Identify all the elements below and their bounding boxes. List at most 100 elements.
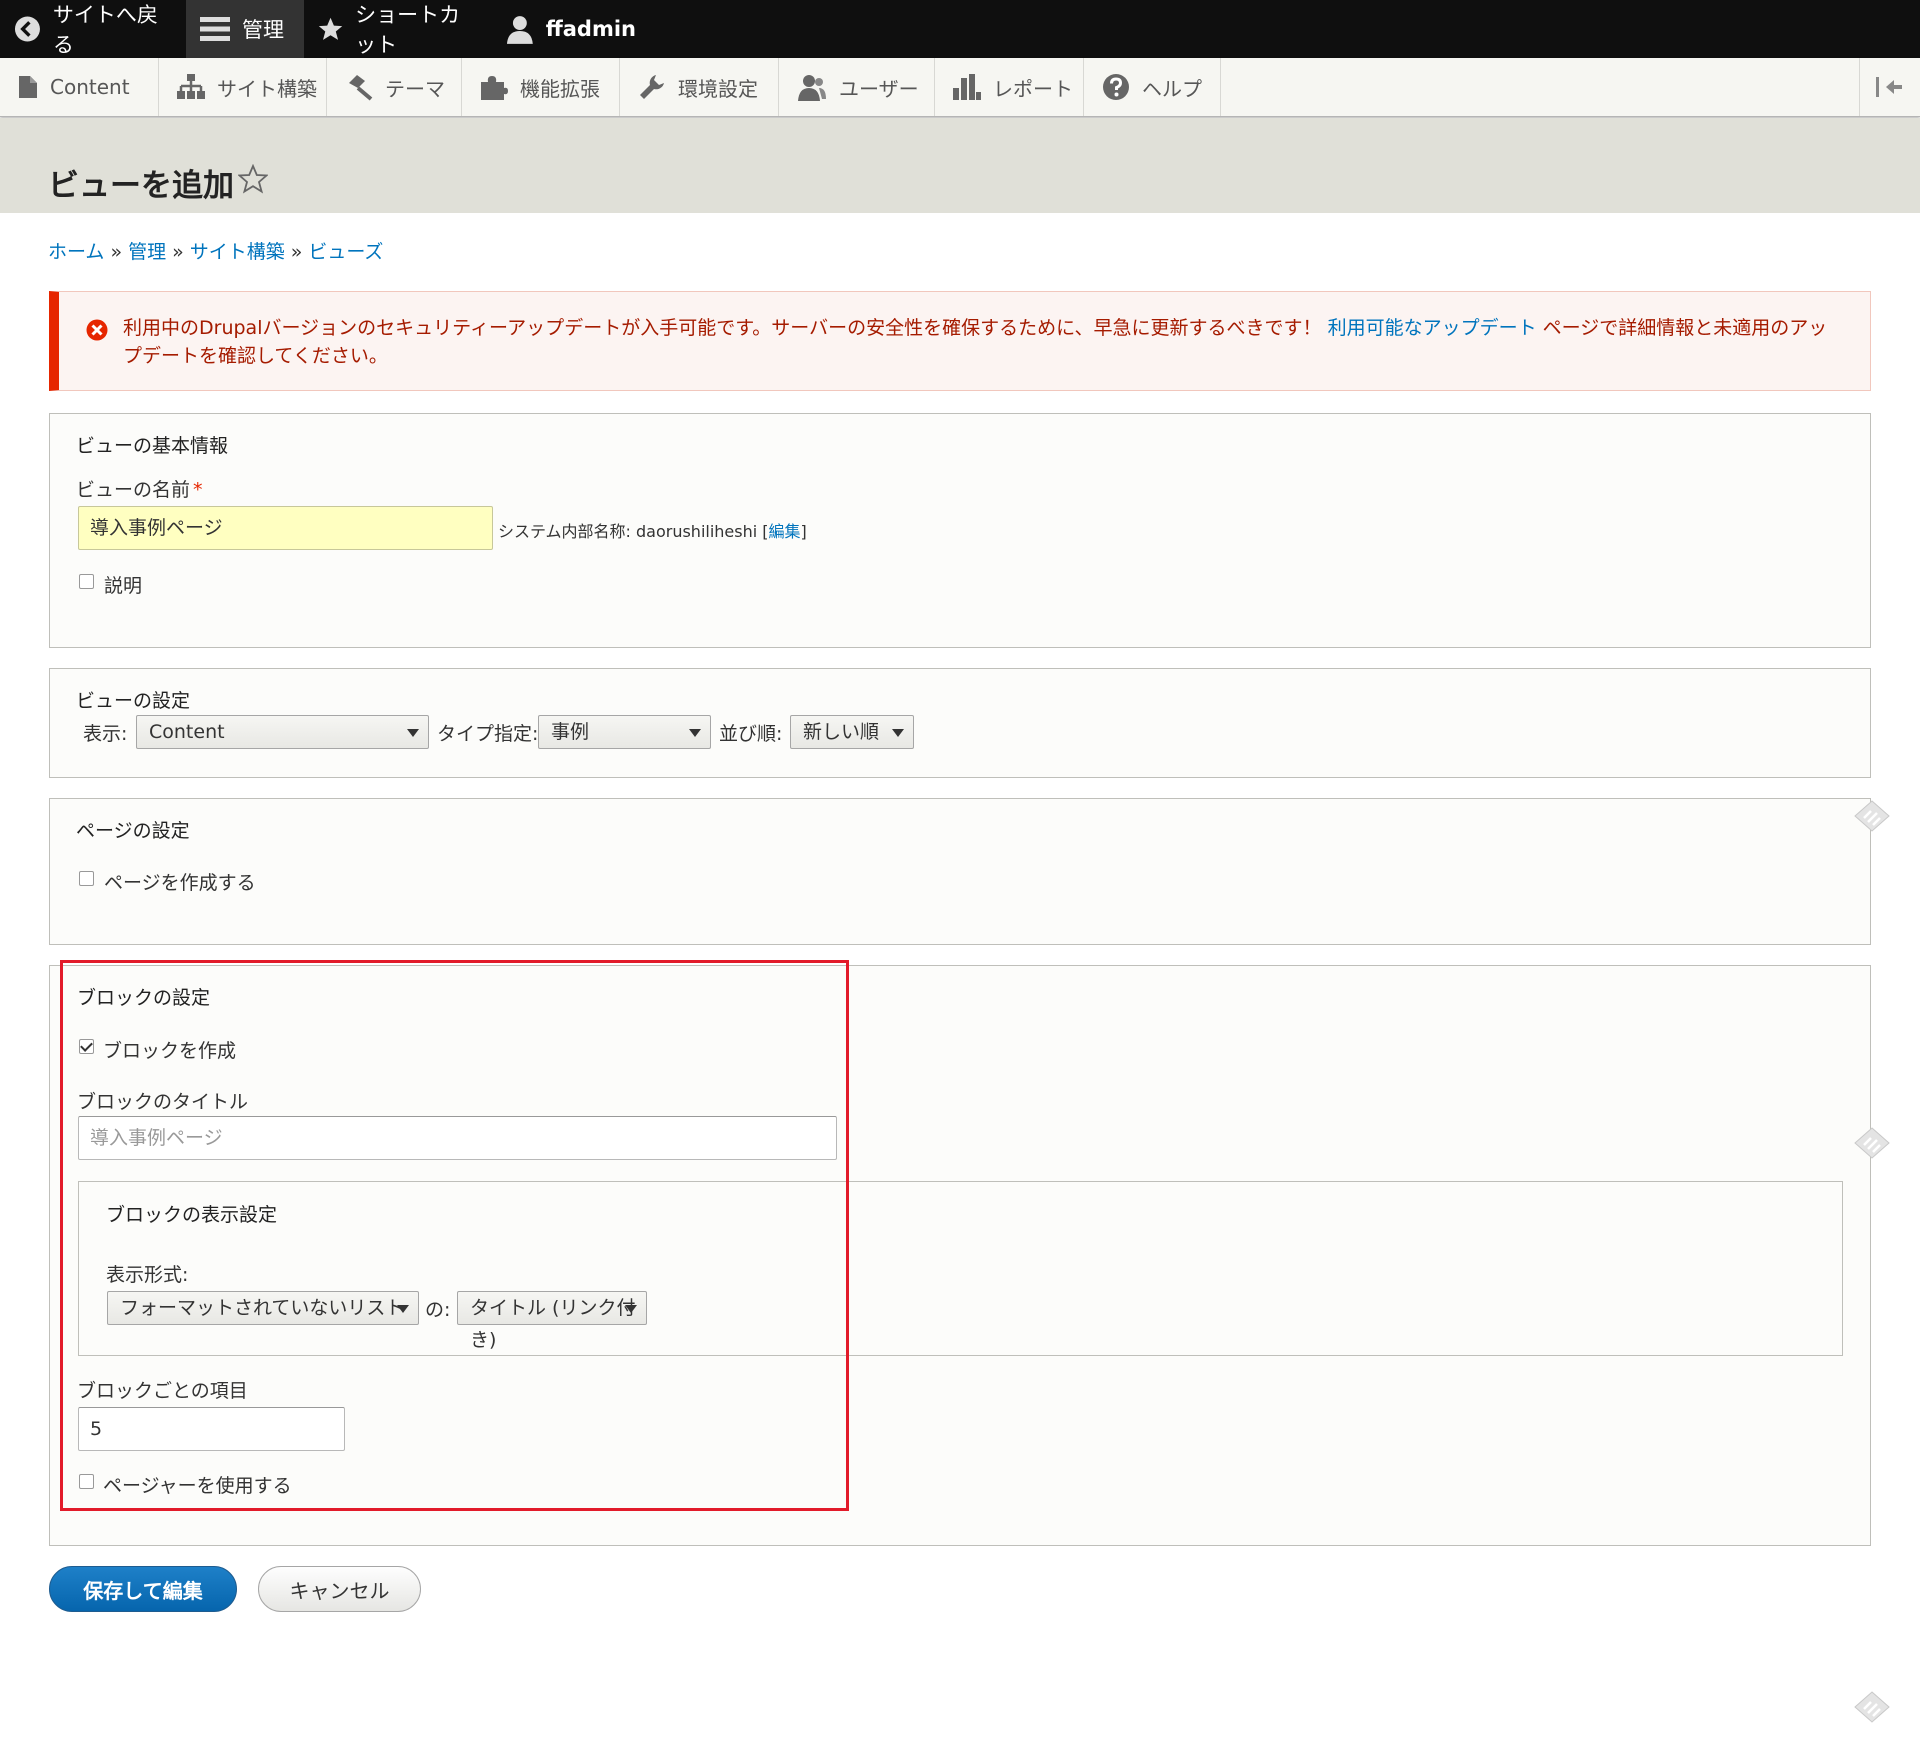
breadcrumb-admin[interactable]: 管理 — [128, 241, 166, 263]
chevron-down-icon — [397, 1305, 409, 1313]
block-title-label: ブロックのタイトル — [77, 1091, 249, 1113]
machine-name: システム内部名称: daorushiliheshi [編集] — [498, 518, 807, 542]
diamond-helper-icon[interactable] — [1853, 1126, 1891, 1160]
user-tab[interactable]: ffadmin — [506, 0, 636, 58]
diamond-helper-icon[interactable] — [1853, 799, 1891, 833]
block-settings-fieldset: ブロックの設定 ブロックを作成 ブロックのタイトル 導入事例ページ ブロックの表… — [49, 965, 1871, 1546]
tray-orientation-toggle[interactable] — [1859, 58, 1920, 116]
breadcrumb-home[interactable]: ホーム — [48, 241, 104, 263]
tray-item-extend[interactable]: 機能拡張 — [462, 58, 620, 116]
error-message: 利用中のDrupalバージョンのセキュリティーアップデートが入手可能です。サーバ… — [49, 291, 1871, 391]
manage-tab[interactable]: 管理 — [186, 0, 304, 58]
hamburger-icon — [200, 17, 230, 41]
view-name-label: ビューの名前 * — [76, 475, 203, 502]
view-name-input[interactable]: 導入事例ページ — [78, 506, 493, 550]
create-block-checkbox[interactable] — [79, 1039, 94, 1054]
type-label: タイプ指定: — [437, 723, 539, 745]
tray-item-label: テーマ — [385, 76, 445, 101]
use-pager-label: ページャーを使用する — [103, 1475, 292, 1497]
machine-name-prefix: システム内部名称: daorushiliheshi [ — [498, 522, 769, 541]
manage-label: 管理 — [242, 18, 284, 42]
use-pager-checkbox[interactable] — [79, 1474, 94, 1489]
type-select-value: 事例 — [551, 721, 590, 743]
puzzle-icon — [481, 76, 508, 100]
back-to-site-label: サイトへ戻る — [52, 3, 158, 57]
page-title: ビューを追加 — [48, 168, 234, 204]
chevron-down-icon — [625, 1305, 637, 1313]
sort-select[interactable]: 新しい順 — [790, 715, 914, 749]
breadcrumb-separator: » — [290, 241, 303, 263]
description-checkbox[interactable] — [79, 574, 94, 589]
shortcuts-label: ショートカット — [355, 3, 461, 57]
row-style-select[interactable]: タイトル (リンク付き) — [457, 1291, 647, 1351]
sort-select-value: 新しい順 — [803, 721, 880, 743]
error-text-before: 利用中のDrupalバージョンのセキュリティーアップデートが入手可能です。サーバ… — [123, 317, 1328, 339]
breadcrumb-separator: » — [110, 241, 123, 263]
items-per-block-input[interactable]: 5 — [78, 1407, 345, 1451]
cancel-button[interactable]: キャンセル — [258, 1566, 421, 1612]
tray-item-help[interactable]: ヘルプ — [1084, 58, 1221, 116]
collapse-left-icon — [1876, 77, 1902, 97]
page-settings-legend: ページの設定 — [76, 820, 190, 842]
shortcuts-tab[interactable]: ショートカット — [318, 0, 478, 58]
display-format-select[interactable]: フォーマットされていないリスト — [107, 1291, 419, 1325]
row-style-value: タイトル (リンク付き) — [470, 1297, 636, 1351]
machine-name-edit-link[interactable]: 編集 — [769, 522, 801, 541]
display-format-value: フォーマットされていないリスト — [120, 1297, 405, 1319]
help-icon — [1103, 74, 1129, 100]
create-page-checkbox[interactable] — [79, 871, 94, 886]
breadcrumb-structure[interactable]: サイト構築 — [190, 241, 285, 263]
tray-item-label: ユーザー — [839, 76, 919, 101]
view-settings-fieldset: ビューの設定 表示: Content タイプ指定: 事例 並び順: 新しい順 — [49, 668, 1871, 778]
tray-item-structure[interactable]: サイト構築 — [159, 58, 327, 116]
tray-item-appearance[interactable]: テーマ — [327, 58, 462, 116]
wrench-icon — [640, 75, 664, 99]
breadcrumb-views[interactable]: ビューズ — [308, 241, 383, 263]
block-settings-legend: ブロックの設定 — [77, 987, 211, 1009]
available-updates-link[interactable]: 利用可能なアップデート — [1328, 317, 1537, 339]
admin-tray: Content サイト構築 テーマ 機能拡張 環境設定 ユーザー レポート ヘル… — [0, 58, 1920, 117]
save-and-edit-button[interactable]: 保存して編集 — [49, 1566, 237, 1612]
chevron-down-icon — [689, 729, 701, 737]
sort-label: 並び順: — [719, 723, 783, 745]
page-header — [0, 118, 1920, 213]
tray-item-configuration[interactable]: 環境設定 — [620, 58, 779, 116]
of-label: の: — [425, 1299, 451, 1321]
required-marker: * — [193, 479, 203, 501]
tray-item-reports[interactable]: レポート — [935, 58, 1084, 116]
chevron-down-icon — [407, 729, 419, 737]
block-display-legend: ブロックの表示設定 — [106, 1204, 278, 1226]
tray-item-label: 機能拡張 — [520, 76, 600, 101]
arrow-left-circle-icon — [14, 16, 40, 42]
star-icon — [318, 17, 343, 40]
breadcrumb: ホーム» 管理» サイト構築» ビューズ — [48, 237, 383, 264]
bar-chart-icon — [953, 74, 981, 100]
tray-item-label: Content — [50, 75, 130, 99]
show-select-value: Content — [149, 721, 225, 743]
diamond-helper-icon[interactable] — [1853, 1690, 1891, 1724]
tray-item-content[interactable]: Content — [0, 58, 159, 116]
display-format-label: 表示形式: — [106, 1264, 189, 1286]
basic-info-fieldset: ビューの基本情報 ビューの名前 * 導入事例ページ システム内部名称: daoru… — [49, 413, 1871, 648]
shortcut-star-icon[interactable] — [238, 164, 268, 194]
items-per-block-label: ブロックごとの項目 — [77, 1380, 248, 1402]
create-page-label: ページを作成する — [104, 872, 256, 894]
tray-item-label: サイト構築 — [217, 76, 317, 101]
document-icon — [19, 76, 37, 98]
show-select[interactable]: Content — [136, 715, 429, 749]
create-block-label: ブロックを作成 — [103, 1040, 237, 1062]
tray-item-label: ヘルプ — [1142, 76, 1202, 101]
people-icon — [798, 75, 826, 101]
tray-item-people[interactable]: ユーザー — [779, 58, 935, 116]
type-select[interactable]: 事例 — [538, 715, 711, 749]
user-icon — [506, 16, 533, 44]
back-to-site-link[interactable]: サイトへ戻る — [14, 0, 174, 58]
error-text: 利用中のDrupalバージョンのセキュリティーアップデートが入手可能です。サーバ… — [123, 314, 1843, 370]
description-label: 説明 — [104, 575, 143, 597]
error-icon — [86, 319, 108, 341]
block-title-input[interactable]: 導入事例ページ — [78, 1116, 837, 1160]
basic-info-legend: ビューの基本情報 — [76, 435, 229, 457]
user-label: ffadmin — [545, 17, 636, 41]
machine-name-suffix: ] — [800, 522, 807, 541]
breadcrumb-separator: » — [172, 241, 184, 263]
